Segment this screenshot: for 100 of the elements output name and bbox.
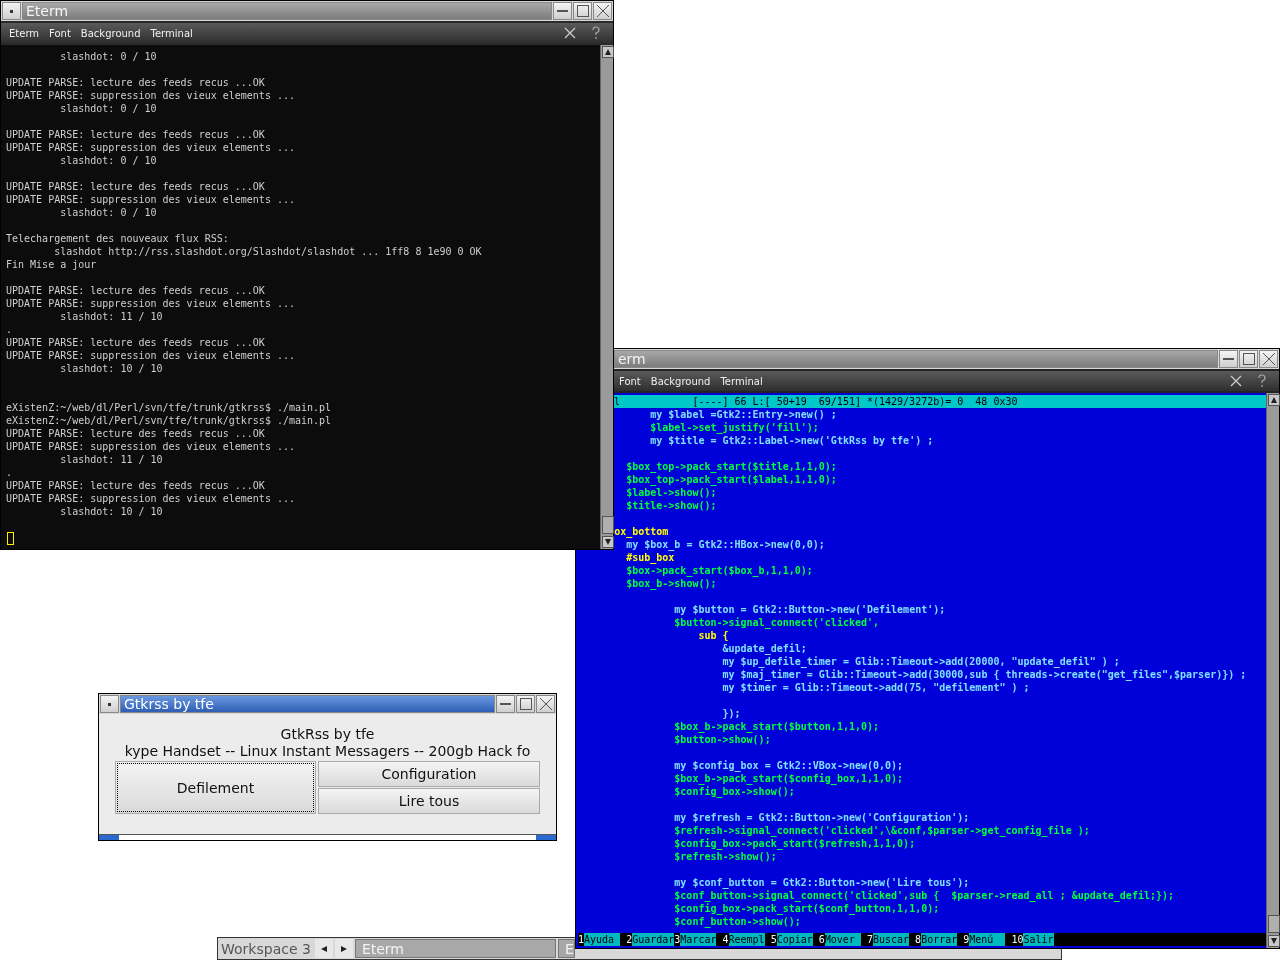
code-line: $refresh->show(); bbox=[674, 850, 777, 863]
code-line: }); bbox=[722, 707, 741, 720]
function-key[interactable]: Reempl bbox=[728, 933, 765, 946]
function-key[interactable]: Ayuda bbox=[584, 933, 621, 946]
code-line: $config_box->pack_start($refresh,1,1,0); bbox=[674, 837, 916, 850]
code-line: my $refresh = Gtk2::Button->new('Configuration'); bbox=[674, 811, 970, 824]
code-line: my $box_b = Gtk2::HBox->new(0,0); bbox=[626, 538, 825, 551]
code-line: my $button = Gtk2::Button->new('Defilement'); bbox=[674, 603, 946, 616]
code-line: $refresh->signal_connect('clicked',\&conf,$parser->get_config_file ); bbox=[674, 824, 1090, 837]
minimize-button[interactable] bbox=[553, 2, 572, 20]
function-key[interactable]: Marcar bbox=[680, 933, 717, 946]
function-key[interactable]: Guardar bbox=[632, 933, 675, 946]
scroll-up-button[interactable] bbox=[602, 46, 614, 58]
terminal-line: UPDATE PARSE: suppression des vieux elements ... bbox=[6, 349, 295, 362]
previous-workspace-button[interactable] bbox=[314, 939, 333, 958]
help-icon[interactable] bbox=[1255, 374, 1269, 388]
terminal-line: slashdot: 10 / 10 bbox=[60, 505, 163, 518]
terminal-line: UPDATE PARSE: lecture des feeds recus ...OK bbox=[6, 76, 265, 89]
code-line: $conf_button->signal_connect('clicked',sub { $parser->read_all ; &update_defil;}); bbox=[674, 889, 1175, 902]
minimize-icon bbox=[500, 703, 511, 705]
function-key[interactable]: Menú bbox=[969, 933, 1006, 946]
code-line: my $label =Gtk2::Entry->new() ; bbox=[650, 408, 837, 421]
scroll-down-button[interactable] bbox=[1268, 935, 1280, 947]
right-arrow-icon bbox=[340, 945, 347, 952]
code-line: $title->show(); bbox=[626, 499, 717, 512]
code-line: $box_top->pack_start($label,1,1,0); bbox=[626, 473, 837, 486]
help-icon[interactable] bbox=[589, 26, 603, 40]
up-arrow-icon bbox=[605, 49, 611, 55]
code-line: $box_b->pack_start($button,1,1,0); bbox=[674, 720, 880, 733]
terminal-line: UPDATE PARSE: suppression des vieux elements ... bbox=[6, 440, 295, 453]
code-line: $button->show(); bbox=[674, 733, 771, 746]
code-line: $box_b->pack_start($config_box,1,1,0); bbox=[674, 772, 904, 785]
code-line: ox_bottom bbox=[614, 525, 669, 538]
code-line: $button->signal_connect('clicked', bbox=[674, 616, 880, 629]
maximize-icon bbox=[576, 5, 589, 17]
terminal-line: UPDATE PARSE: lecture des feeds recus ...OK bbox=[6, 336, 265, 349]
minimize-icon bbox=[557, 10, 568, 12]
maximize-button[interactable] bbox=[1239, 350, 1258, 368]
terminal-line: slashdot: 11 / 10 bbox=[60, 453, 163, 466]
key-number: 5 bbox=[770, 933, 777, 946]
close-icon bbox=[596, 5, 609, 17]
dialog-button[interactable]: Lire tous bbox=[318, 788, 540, 814]
terminal-line: UPDATE PARSE: lecture des feeds recus ...OK bbox=[6, 479, 265, 492]
window-menu-button[interactable] bbox=[2, 2, 21, 20]
scroll-thumb[interactable] bbox=[602, 516, 614, 534]
menu-item[interactable]: Font bbox=[45, 27, 75, 39]
terminal-line: UPDATE PARSE: lecture des feeds recus ...OK bbox=[6, 180, 265, 193]
scroll-up-button[interactable] bbox=[1268, 394, 1280, 406]
close-icon[interactable] bbox=[1229, 374, 1243, 388]
key-number: 7 bbox=[866, 933, 873, 946]
window-menu-button[interactable] bbox=[100, 695, 119, 713]
key-number: 6 bbox=[818, 933, 825, 946]
code-line: sub { bbox=[698, 629, 729, 642]
terminal-line: Fin Mise a jour bbox=[6, 258, 97, 271]
code-line: $config_box->pack_start($conf_button,1,1,0); bbox=[674, 902, 940, 915]
code-line: &update_defil; bbox=[722, 642, 807, 655]
close-button[interactable] bbox=[1259, 350, 1278, 368]
terminal-line: . bbox=[6, 323, 13, 336]
dialog-button[interactable]: Defilement bbox=[115, 761, 316, 814]
scroll-down-button[interactable] bbox=[602, 536, 614, 548]
menu-item[interactable]: Background bbox=[646, 375, 715, 387]
menu-item[interactable]: Font bbox=[615, 375, 645, 387]
terminal-line: UPDATE PARSE: lecture des feeds recus ...OK bbox=[6, 284, 265, 297]
maximize-icon bbox=[519, 698, 532, 710]
left-arrow-icon bbox=[320, 945, 327, 952]
function-key[interactable]: Copiar bbox=[776, 933, 813, 946]
maximize-icon bbox=[1242, 353, 1255, 365]
terminal-line: UPDATE PARSE: suppression des vieux elements ... bbox=[6, 89, 295, 102]
key-number: 4 bbox=[722, 933, 729, 946]
window-title: Eterm bbox=[22, 2, 552, 20]
terminal-line: eXistenZ:~/web/dl/Perl/svn/tfe/trunk/gtkrss$ ./main.pl bbox=[6, 401, 332, 414]
function-key[interactable]: Salir bbox=[1023, 933, 1054, 946]
close-button[interactable] bbox=[593, 2, 612, 20]
next-workspace-button[interactable] bbox=[334, 939, 353, 958]
terminal-line: Telechargement des nouveaux flux RSS: bbox=[6, 232, 229, 245]
close-icon[interactable] bbox=[563, 26, 577, 40]
menu-item[interactable]: Terminal bbox=[146, 27, 197, 39]
code-line: $label->set_justify('fill'); bbox=[650, 421, 819, 434]
code-line: $label->show(); bbox=[626, 486, 717, 499]
close-icon bbox=[1262, 353, 1275, 365]
menu-item[interactable]: Background bbox=[76, 27, 145, 39]
close-button[interactable] bbox=[536, 695, 555, 713]
window-title: Gtkrss by tfe bbox=[120, 695, 495, 713]
maximize-button[interactable] bbox=[573, 2, 592, 20]
function-key[interactable]: Mover bbox=[824, 933, 861, 946]
menu-item[interactable]: Eterm bbox=[5, 27, 44, 39]
maximize-button[interactable] bbox=[516, 695, 535, 713]
terminal-line: slashdot: 0 / 10 bbox=[60, 102, 157, 115]
minimize-button[interactable] bbox=[1219, 350, 1238, 368]
workspace-label: Workspace 3 bbox=[220, 940, 312, 957]
menu-item[interactable]: Terminal bbox=[716, 375, 767, 387]
minimize-button[interactable] bbox=[496, 695, 515, 713]
code-line: my $up_defile_timer = Glib::Timeout->add(20000, "update_defil" ) ; bbox=[722, 655, 1120, 668]
key-number: 8 bbox=[915, 933, 922, 946]
scroll-thumb[interactable] bbox=[1268, 915, 1280, 933]
code-line: my $timer = Glib::Timeout->add(75, "defilement" ) ; bbox=[722, 681, 1030, 694]
dialog-button[interactable]: Configuration bbox=[318, 761, 540, 787]
code-line: my $title = Gtk2::Label->new('GtkRss by tfe') ; bbox=[650, 434, 934, 447]
up-arrow-icon bbox=[1271, 397, 1277, 403]
function-key[interactable]: Borrar bbox=[921, 933, 958, 946]
